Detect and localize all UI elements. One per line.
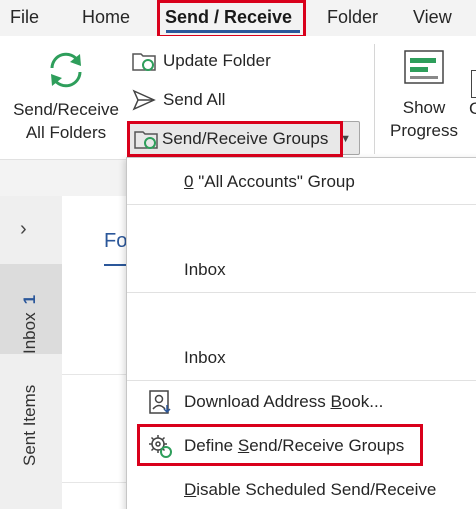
unread-count-badge: 1 <box>20 294 39 305</box>
menu-divider <box>127 380 476 381</box>
ribbon-tab-bar: File Home Send / Receive Folder View <box>0 0 476 34</box>
menu-divider <box>127 204 476 205</box>
menu-item-define-send-receive-groups[interactable]: Define Send/Receive Groups <box>127 426 476 466</box>
tab-send-receive[interactable]: Send / Receive <box>165 0 292 34</box>
menu-divider <box>127 292 476 293</box>
folder-nav-bar: › Inbox1 Sent Items <box>0 196 62 509</box>
nav-inbox[interactable]: Inbox1 <box>0 264 62 354</box>
tab-view[interactable]: View <box>413 0 452 34</box>
menu-item-download-address-book[interactable]: Download Address Book... <box>127 382 476 422</box>
folder-sync-icon <box>131 48 157 74</box>
gear-sync-icon <box>147 433 173 459</box>
send-receive-groups-label: Send/Receive Groups <box>162 129 329 148</box>
show-progress-label-1: Show <box>402 98 446 117</box>
menu-item-all-accounts-group[interactable]: 0 "All Accounts" Group <box>127 162 476 202</box>
chevron-right-icon[interactable]: › <box>20 218 27 241</box>
send-receive-groups-menu: 0 "All Accounts" Group Inbox Inbox Downl… <box>126 157 476 509</box>
cut-off-ribbon-label: C <box>469 99 476 118</box>
partial-heading[interactable]: Fo <box>104 230 127 253</box>
tab-file[interactable]: File <box>10 0 39 34</box>
show-progress-label-2: Progress <box>389 121 459 140</box>
show-progress-button[interactable]: Show Progress <box>382 46 466 142</box>
nav-sent-items[interactable]: Sent Items <box>0 356 62 466</box>
sync-icon <box>42 46 90 94</box>
menu-item-inbox-1[interactable]: Inbox <box>127 250 476 290</box>
tab-home[interactable]: Home <box>82 0 130 34</box>
main-content: Fo <box>62 196 132 509</box>
send-icon <box>131 87 157 113</box>
list-divider <box>62 374 132 375</box>
address-book-icon <box>147 389 173 415</box>
tab-folder[interactable]: Folder <box>327 0 378 34</box>
update-folder-label: Update Folder <box>163 51 271 70</box>
send-all-label: Send All <box>163 90 226 109</box>
folder-sync-icon <box>133 126 159 152</box>
send-receive-all-folders-button[interactable]: Send/Receive All Folders <box>8 46 124 144</box>
progress-icon <box>402 46 446 90</box>
ribbon-separator <box>374 44 375 154</box>
menu-item-inbox-2[interactable]: Inbox <box>127 338 476 378</box>
send-receive-all-label-2: All Folders <box>25 123 107 142</box>
list-divider <box>62 482 132 483</box>
menu-item-disable-scheduled-send-receive[interactable]: Disable Scheduled Send/Receive <box>127 470 476 509</box>
active-tab-underline <box>166 30 300 33</box>
nav-sent-items-label: Sent Items <box>20 384 39 466</box>
send-receive-groups-button[interactable]: Send/Receive Groups ▼ <box>127 121 360 155</box>
nav-inbox-label: Inbox1 <box>20 294 39 354</box>
send-receive-all-label-1: Send/Receive <box>13 100 119 119</box>
chevron-down-icon: ▼ <box>340 133 351 145</box>
